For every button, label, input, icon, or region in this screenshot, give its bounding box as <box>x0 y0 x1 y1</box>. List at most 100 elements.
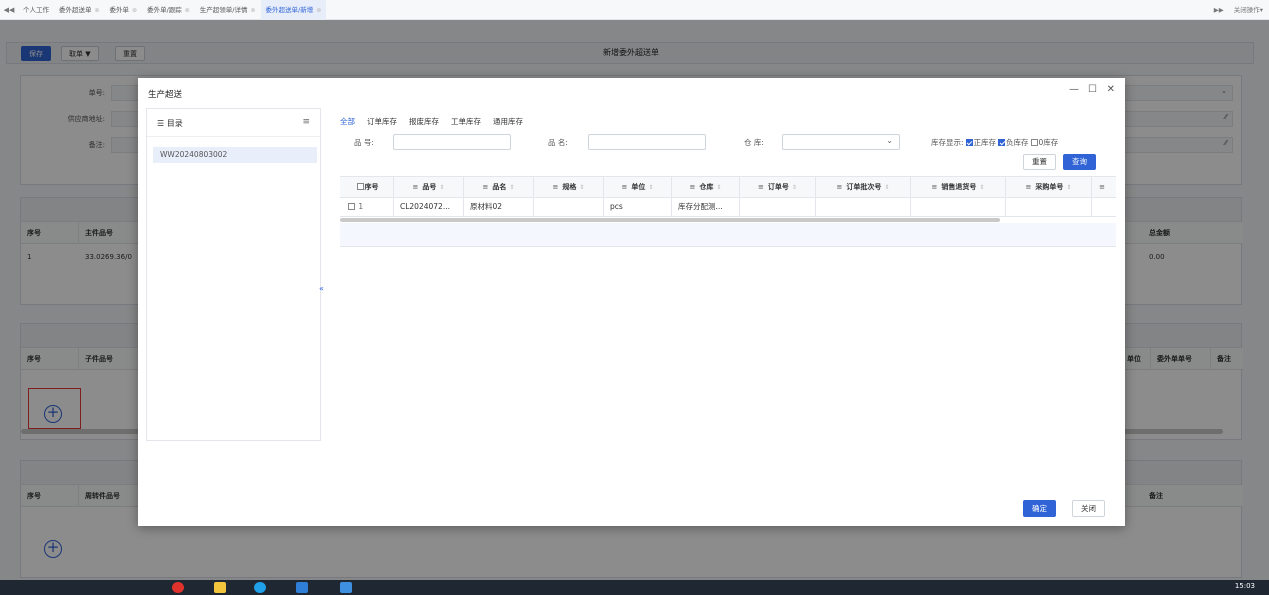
tab-all[interactable]: 全部 <box>340 116 355 127</box>
drag-handle-icon: ≡ <box>552 183 559 191</box>
cell-order-no <box>740 198 816 216</box>
cell-index-label: 1 <box>358 202 364 211</box>
tree-menu-icon[interactable]: ≡ <box>302 117 310 127</box>
sort-icon[interactable]: ⇕ <box>792 184 797 191</box>
col-po-no[interactable]: ≡ 采购单号 ⇕ <box>1006 177 1092 198</box>
cell-unit: pcs <box>604 198 672 216</box>
sort-icon[interactable]: ⇕ <box>1066 184 1071 191</box>
stock-display-label: 库存显示: <box>931 138 964 147</box>
scroll-right-icon[interactable]: ▶▶ <box>1214 0 1224 20</box>
positive-stock-checkbox[interactable] <box>965 139 973 146</box>
tab-scrap-stock[interactable]: 报废库存 <box>409 116 439 127</box>
cell-item-no: CL2024072... <box>394 198 464 216</box>
stock-grid: 序号 ≡ 品号 ⇕ ≡ 品名 ⇕ ≡ 规格 ⇕ ≡ 单位 ⇕ ≡ 仓库 ⇕ ≡ 订单号 ⇕ ≡ 订单批次号… <box>340 176 1116 248</box>
col-index: 序号 <box>340 177 394 198</box>
close-operations-menu[interactable]: 关闭操作▾ <box>1234 0 1263 20</box>
close-icon[interactable]: ✕ <box>1107 84 1115 95</box>
drag-handle-icon: ≡ <box>621 183 628 191</box>
col-warehouse[interactable]: ≡ 仓库 ⇕ <box>672 177 740 198</box>
sort-icon[interactable]: ⇕ <box>979 184 984 191</box>
drag-handle-icon: ≡ <box>689 183 696 191</box>
row-checkbox[interactable] <box>348 203 355 210</box>
item-name-label: 品 名: <box>548 138 568 147</box>
tab-personal-work[interactable]: 个人工作 <box>18 0 54 20</box>
maximize-icon[interactable]: ☐ <box>1088 84 1097 95</box>
folder-icon[interactable] <box>214 582 226 593</box>
catalog-tree: ☰ 目录 ≡ WW20240803002 <box>146 108 321 441</box>
tab-strip-right: ▶▶ 关闭操作▾ <box>1214 0 1263 20</box>
col-label: 订单批次号 <box>846 183 882 191</box>
col-item-name[interactable]: ≡ 品名 ⇕ <box>464 177 534 198</box>
drag-handle-icon: ≡ <box>931 183 938 191</box>
col-unit[interactable]: ≡ 单位 ⇕ <box>604 177 672 198</box>
sort-icon[interactable]: ⇕ <box>884 184 889 191</box>
tab-outsource-oversend-new[interactable]: 委外超送单/新增 ⊗ <box>260 0 327 20</box>
app-icon[interactable] <box>340 582 352 593</box>
tree-item[interactable]: WW20240803002 <box>153 147 317 163</box>
item-name-input[interactable] <box>588 134 706 150</box>
sort-icon[interactable]: ⇕ <box>648 184 653 191</box>
cell-return-no <box>911 198 1006 216</box>
close-icon[interactable]: ⊗ <box>185 7 190 14</box>
tab-order-stock[interactable]: 订单库存 <box>367 116 397 127</box>
col-label: 品名 <box>492 183 507 191</box>
tab-general-stock[interactable]: 通用库存 <box>493 116 523 127</box>
sort-icon[interactable]: ⇕ <box>439 184 444 191</box>
tab-workorder-stock[interactable]: 工单库存 <box>451 116 481 127</box>
tab-label: 委外单 <box>109 5 130 14</box>
col-sales-return-no[interactable]: ≡ 销售退货号 ⇕ <box>911 177 1006 198</box>
browser-icon[interactable] <box>172 582 184 593</box>
col-label: 品号 <box>422 183 437 191</box>
col-item-no[interactable]: ≡ 品号 ⇕ <box>394 177 464 198</box>
cell-item-name: 原材料02 <box>464 198 534 216</box>
positive-stock-label: 正库存 <box>973 138 997 147</box>
col-order-no[interactable]: ≡ 订单号 ⇕ <box>740 177 816 198</box>
select-all-checkbox[interactable] <box>356 183 364 190</box>
col-label: 订单号 <box>767 183 789 191</box>
close-button[interactable]: 关闭 <box>1072 500 1105 517</box>
col-label: 仓库 <box>699 183 714 191</box>
drag-handle-icon: ≡ <box>412 183 419 191</box>
collapse-panel-icon[interactable]: « <box>319 284 329 293</box>
sort-icon[interactable]: ⇕ <box>579 184 584 191</box>
zero-stock-checkbox[interactable] <box>1030 139 1038 146</box>
close-icon[interactable]: ⊗ <box>95 7 100 14</box>
warehouse-select[interactable]: ⌄ <box>782 134 900 150</box>
close-icon[interactable]: ⊗ <box>251 7 256 14</box>
warehouse-label: 仓 库: <box>744 138 764 147</box>
close-icon[interactable]: ⊗ <box>316 7 321 14</box>
col-label: 销售退货号 <box>941 183 977 191</box>
col-index-label: 序号 <box>364 183 379 191</box>
col-order-batch-no[interactable]: ≡ 订单批次号 ⇕ <box>816 177 911 198</box>
col-label: 规格 <box>562 183 577 191</box>
tab-production-overreceive-detail[interactable]: 生产超领单/详情 ⊗ <box>195 0 261 20</box>
chevron-down-icon: ⌄ <box>886 136 893 145</box>
tab-outsource-order[interactable]: 委外单 ⊗ <box>105 0 143 20</box>
cell-spec <box>534 198 604 216</box>
sort-icon[interactable]: ⇕ <box>509 184 514 191</box>
minimize-icon[interactable]: — <box>1069 84 1079 95</box>
table-row[interactable]: 1 CL2024072... 原材料02 pcs 库存分配测... <box>340 198 1116 217</box>
grid-horizontal-scrollbar[interactable] <box>340 218 1000 222</box>
close-operations-label: 关闭操作 <box>1233 6 1260 14</box>
item-no-input[interactable] <box>393 134 511 150</box>
drag-handle-icon: ≡ <box>758 183 764 191</box>
scroll-left-icon[interactable]: ◀◀ <box>0 6 18 14</box>
tab-label: 个人工作 <box>23 5 49 14</box>
col-spec[interactable]: ≡ 规格 ⇕ <box>534 177 604 198</box>
app-icon[interactable] <box>296 582 308 593</box>
confirm-button[interactable]: 确定 <box>1023 500 1056 517</box>
item-no-label: 品 号: <box>354 138 374 147</box>
tab-outsource-tracking[interactable]: 委外单/跟踪 ⊗ <box>142 0 195 20</box>
negative-stock-checkbox[interactable] <box>998 139 1006 146</box>
app-icon[interactable] <box>254 582 266 593</box>
search-reset-button[interactable]: 重置 <box>1023 154 1056 170</box>
stock-type-tabs: 全部 订单库存 报废库存 工单库存 通用库存 <box>340 116 523 127</box>
tab-label: 委外单/跟踪 <box>147 5 182 14</box>
list-icon: ☰ <box>157 119 167 128</box>
sort-icon[interactable]: ⇕ <box>716 184 721 191</box>
close-icon[interactable]: ⊗ <box>132 7 137 14</box>
query-button[interactable]: 查询 <box>1063 154 1096 170</box>
tab-outsource-oversend[interactable]: 委外超送单 ⊗ <box>54 0 105 20</box>
drag-handle-icon: ≡ <box>1099 183 1105 191</box>
